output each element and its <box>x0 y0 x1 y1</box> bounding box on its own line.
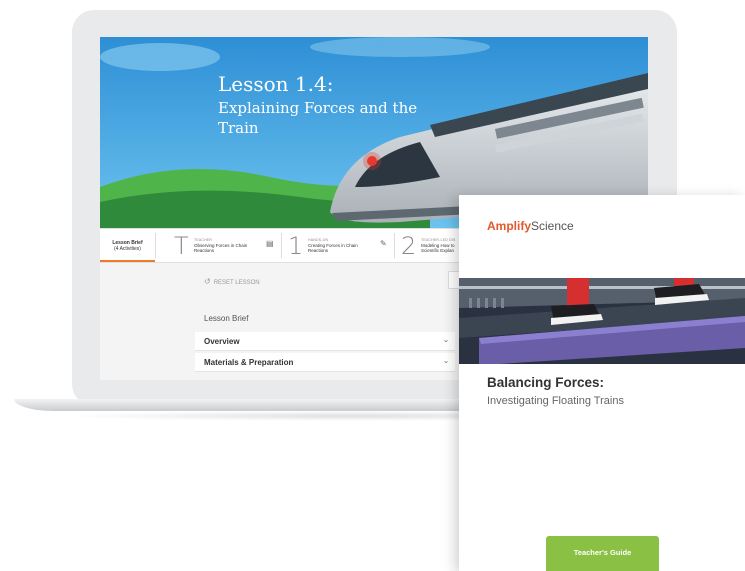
book-cover-illustration <box>459 278 745 364</box>
activity-title: Observing Forces in Chain Reactions <box>194 243 248 253</box>
reset-lesson-label: RESET LESSON <box>213 280 260 286</box>
presentation-icon: ▤ <box>266 239 274 248</box>
book-subtitle: Investigating Floating Trains <box>487 395 624 407</box>
accordion-label: Materials & Preparation <box>204 358 294 367</box>
brand-logo: AmplifyScience <box>487 219 574 233</box>
brand-name-science: Science <box>531 219 574 233</box>
nav-divider <box>155 233 156 258</box>
nav-activity-teacher[interactable]: T TEACHER Observing Forces in Chain Reac… <box>174 229 279 262</box>
activity-number: 2 <box>401 232 417 260</box>
activity-letter: T <box>174 232 189 260</box>
teachers-guide-tab: Teacher's Guide <box>546 536 659 571</box>
activity-title: Creating Forces in Chain Reactions <box>308 243 358 253</box>
accordion-materials[interactable]: Materials & Preparation ⌄ <box>195 353 455 372</box>
activity-title: Modeling How to Scientific Explan <box>421 243 455 253</box>
reset-icon: ↺ <box>204 277 211 286</box>
reset-lesson-button[interactable]: ↺ RESET LESSON <box>204 277 260 286</box>
nav-activity-teacher-led[interactable]: 2 TEACHER-LED DIS Modeling How to Scient… <box>401 229 461 262</box>
lesson-subtitle: Explaining Forces and the Train <box>218 99 418 137</box>
lesson-brief-count: (4 Activities) <box>114 246 141 252</box>
brand-name-amplify: Amplify <box>487 219 532 233</box>
nav-lesson-brief-tab[interactable]: Lesson Brief (4 Activities) <box>100 229 155 262</box>
section-label: Lesson Brief <box>204 314 249 323</box>
lesson-title: Lesson 1.4: <box>218 72 334 96</box>
accordion-label: Overview <box>204 337 240 346</box>
pencil-icon: ✎ <box>380 239 387 248</box>
chevron-down-icon: ⌄ <box>443 337 449 344</box>
nav-activity-hands-on[interactable]: 1 HANDS-ON Creating Forces in Chain Reac… <box>288 229 393 262</box>
activity-kind: TEACHER <box>194 238 213 242</box>
nav-divider <box>394 233 395 258</box>
activity-kind: HANDS-ON <box>308 238 329 242</box>
accordion-overview[interactable]: Overview ⌄ <box>195 332 455 351</box>
nav-divider <box>281 233 282 258</box>
book-title: Balancing Forces: <box>487 375 605 390</box>
teacher-guide-book: AmplifyScience Balancing Forces: Investi… <box>459 195 745 571</box>
sneakers-train-illustration <box>459 278 745 364</box>
chevron-down-icon: ⌄ <box>443 358 449 365</box>
activity-number: 1 <box>288 232 304 260</box>
activity-kind: TEACHER-LED DIS <box>421 238 456 242</box>
